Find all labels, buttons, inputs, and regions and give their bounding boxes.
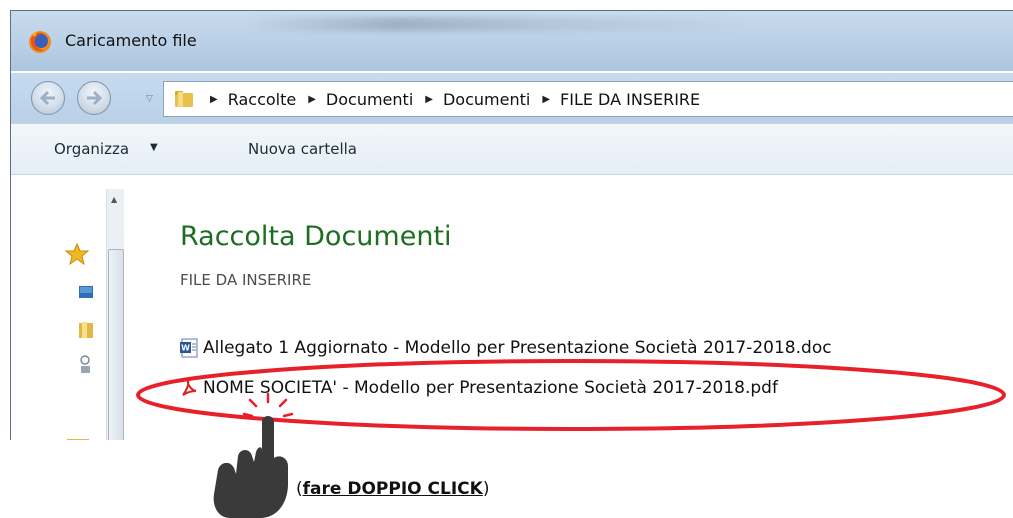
navigation-pane: ▲	[11, 175, 139, 440]
forward-button[interactable]	[77, 81, 111, 115]
folder-icon[interactable]	[79, 321, 93, 339]
network-icon[interactable]	[79, 355, 93, 375]
chevron-down-icon[interactable]: ▼	[150, 142, 158, 153]
nav-pane-scrollbar[interactable]: ▲	[106, 189, 124, 440]
file-name: Allegato 1 Aggiornato - Modello per Pres…	[203, 338, 832, 358]
library-subtitle: FILE DA INSERIRE	[180, 271, 312, 289]
recent-pages-dropdown-icon[interactable]: ▽	[146, 94, 153, 104]
breadcrumb-arrow-icon[interactable]: ▶	[542, 94, 550, 105]
breadcrumb-documenti[interactable]: Documenti	[326, 90, 413, 109]
scrollbar-thumb[interactable]	[108, 249, 124, 440]
pointing-hand-icon	[213, 392, 294, 518]
title-bar-glare	[241, 17, 761, 31]
scroll-up-arrow-icon[interactable]: ▲	[111, 195, 117, 204]
svg-text:W: W	[181, 344, 190, 353]
desktop-icon[interactable]	[79, 285, 93, 301]
organize-button[interactable]: Organizza	[54, 140, 129, 158]
library-icon[interactable]	[67, 437, 89, 440]
breadcrumb: ▶ Raccolte ▶ Documenti ▶ Documenti ▶ FIL…	[210, 90, 712, 109]
title-bar[interactable]: Caricamento file	[11, 11, 1013, 71]
word-doc-icon: W	[180, 338, 198, 358]
back-arrow-icon	[39, 90, 55, 106]
double-click-instruction: (fare DOPPIO CLICK)	[296, 479, 490, 499]
forward-arrow-icon	[87, 90, 103, 106]
breadcrumb-arrow-icon[interactable]: ▶	[425, 94, 433, 105]
breadcrumb-arrow-icon[interactable]: ▶	[210, 94, 218, 105]
new-folder-button[interactable]: Nuova cartella	[248, 140, 357, 158]
folder-icon	[175, 91, 193, 107]
breadcrumb-file-da-inserire[interactable]: FILE DA INSERIRE	[560, 90, 700, 109]
back-button[interactable]	[31, 81, 65, 115]
navigation-bar: ▽ ▶ Raccolte ▶ Documenti ▶ Documenti ▶ F…	[11, 73, 1013, 123]
command-toolbar: Organizza ▼ Nuova cartella	[11, 123, 1013, 175]
address-bar[interactable]: ▶ Raccolte ▶ Documenti ▶ Documenti ▶ FIL…	[163, 81, 1013, 117]
breadcrumb-arrow-icon[interactable]: ▶	[308, 94, 316, 105]
file-item-doc[interactable]: W Allegato 1 Aggiornato - Modello per Pr…	[179, 335, 832, 361]
breadcrumb-documenti-folder[interactable]: Documenti	[443, 90, 530, 109]
favorites-star-icon[interactable]	[65, 243, 89, 265]
pdf-icon	[182, 379, 197, 396]
library-title: Raccolta Documenti	[180, 221, 452, 252]
window-title: Caricamento file	[65, 31, 197, 50]
firefox-icon	[29, 31, 51, 53]
breadcrumb-raccolte[interactable]: Raccolte	[228, 90, 297, 109]
file-upload-dialog: Caricamento file ▽ ▶ Raccolte ▶ Document…	[10, 10, 1013, 440]
